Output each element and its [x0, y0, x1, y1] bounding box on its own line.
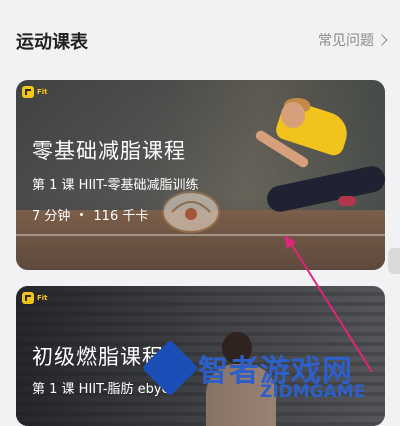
- fit-badge: Fit: [22, 292, 48, 304]
- course-card-2[interactable]: Fit 初级燃脂课程 第 1 课 HIIT-脂肪 ebye: [16, 286, 385, 426]
- separator-dot: [80, 213, 84, 216]
- athlete-head: [281, 102, 305, 128]
- watermark-stamp-icon: [162, 191, 220, 233]
- fit-logo-icon: [22, 292, 34, 304]
- athlete-shoe: [338, 196, 356, 206]
- card-title: 初级燃脂课程: [32, 345, 164, 369]
- side-pull-tab[interactable]: [388, 248, 400, 274]
- card-title: 零基础减脂课程: [32, 139, 186, 163]
- card-duration: 7 分钟: [32, 209, 71, 224]
- card-calories: 116 千卡: [93, 209, 149, 224]
- header: 运动课表 常见问题: [0, 0, 400, 78]
- faq-link[interactable]: 常见问题: [318, 30, 388, 50]
- chevron-right-icon: [376, 34, 388, 46]
- fit-badge: Fit: [22, 86, 48, 98]
- course-card-1[interactable]: Fit 零基础减脂课程 第 1 课 HIIT-零基础减脂训练 7 分钟 116 …: [16, 80, 385, 270]
- athlete-figure: [264, 163, 385, 215]
- card-meta: 7 分钟 116 千卡: [32, 205, 148, 224]
- faq-label: 常见问题: [318, 33, 374, 49]
- section-title: 运动课表: [16, 32, 88, 53]
- fit-badge-label: Fit: [37, 88, 48, 96]
- card-lesson: 第 1 课 HIIT-脂肪 ebye: [32, 382, 170, 397]
- fit-badge-label: Fit: [37, 294, 48, 302]
- fit-logo-icon: [22, 86, 34, 98]
